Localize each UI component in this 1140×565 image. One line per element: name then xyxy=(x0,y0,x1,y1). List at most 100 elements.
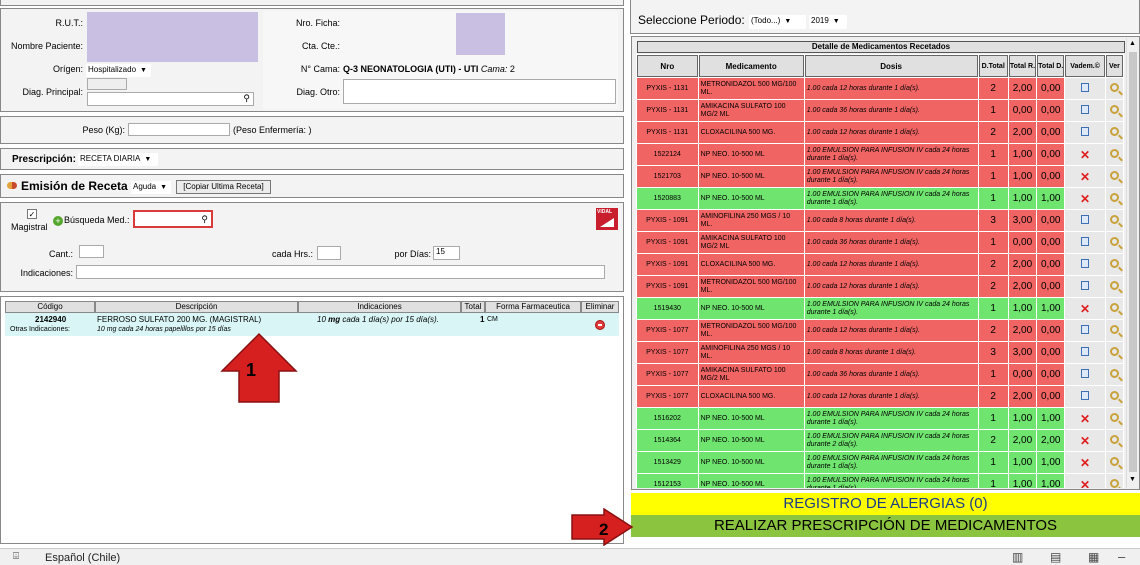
magnifier-icon[interactable] xyxy=(1109,237,1119,246)
magnifier-icon[interactable] xyxy=(1109,171,1119,180)
web-layout-icon[interactable]: ▦ xyxy=(1088,550,1099,564)
emision-panel: Emisión de Receta Aguda ▼ [Copiar Ultima … xyxy=(0,174,624,198)
magnifier-icon[interactable] xyxy=(1109,347,1119,356)
row-vademecum xyxy=(1065,342,1105,363)
scroll-up-arrow[interactable]: ▲ xyxy=(1129,40,1136,47)
scroll-down-arrow[interactable]: ▼ xyxy=(1129,476,1136,483)
row-descripcion: FERROSO SULFATO 200 MG. (MAGISTRAL) xyxy=(97,315,262,324)
vademecum-doc-icon[interactable] xyxy=(1081,215,1090,224)
magnifier-icon[interactable] xyxy=(1109,127,1119,136)
diag-principal-small-input[interactable] xyxy=(87,78,127,90)
magnifier-icon[interactable] xyxy=(1109,105,1119,114)
table-row: 1522124 NP NEO. 10-500 ML 1.00 EMULSION PA… xyxy=(637,144,1123,165)
row-total-d: 0,00 xyxy=(1037,210,1065,231)
emision-tipo-select[interactable]: Aguda ▼ xyxy=(131,181,171,194)
row-ver xyxy=(1105,232,1123,253)
cancel-icon[interactable]: ✕ xyxy=(1080,456,1090,470)
vademecum-doc-icon[interactable] xyxy=(1081,281,1090,290)
proofing-icon[interactable]: ⌹ xyxy=(13,551,19,562)
magnifier-icon[interactable] xyxy=(1109,281,1119,290)
chevron-down-icon: ▼ xyxy=(784,18,792,25)
peso-input[interactable] xyxy=(128,123,230,136)
diag-otro-textarea[interactable] xyxy=(343,79,616,104)
magistral-checkbox[interactable]: ✓ xyxy=(27,209,37,219)
vademecum-doc-icon[interactable] xyxy=(1081,325,1090,334)
magnifier-icon[interactable] xyxy=(1109,83,1119,92)
row-medicamento: NP NEO. 10-500 ML xyxy=(698,166,804,187)
scrollbar[interactable]: ▲ ▼ xyxy=(1126,38,1138,488)
zoom-out-icon[interactable]: – xyxy=(1118,549,1125,564)
vademecum-doc-icon[interactable] xyxy=(1081,391,1090,400)
row-dtotal: 1 xyxy=(978,364,1008,385)
indicaciones-input[interactable] xyxy=(76,265,605,279)
origen-select[interactable]: Hospitalizado ▼ xyxy=(86,64,151,77)
magnifier-icon[interactable] xyxy=(1109,193,1119,202)
row-total-r: 1,00 xyxy=(1008,408,1037,429)
row-nro: 1519430 xyxy=(637,298,698,319)
row-nro: 1522124 xyxy=(637,144,698,165)
magnifier-icon[interactable] xyxy=(1109,435,1119,444)
cancel-icon[interactable]: ✕ xyxy=(1080,170,1090,184)
magnifier-icon[interactable] xyxy=(1109,215,1119,224)
magnifier-icon[interactable] xyxy=(1109,259,1119,268)
vademecum-doc-icon[interactable] xyxy=(1081,347,1090,356)
row-medicamento: NP NEO. 10-500 ML xyxy=(698,408,804,429)
prescripcion-select-value: RECETA DIARIA xyxy=(80,154,141,163)
row-total-d: 0,00 xyxy=(1037,364,1065,385)
row-ver xyxy=(1105,474,1123,488)
prescripcion-button[interactable]: REALIZAR PRESCRIPCIÓN DE MEDICAMENTOS xyxy=(631,515,1140,537)
row-nro: 1521703 xyxy=(637,166,698,187)
magnifier-icon[interactable] xyxy=(1109,325,1119,334)
row-nro: PYXIS - 1131 xyxy=(637,100,698,121)
vademecum-doc-icon[interactable] xyxy=(1081,83,1090,92)
table-row: PYXIS - 1091 AMINOFILINA 250 MGS / 10 ML.… xyxy=(637,210,1123,231)
read-mode-icon[interactable]: ▥ xyxy=(1012,550,1023,564)
search-icon[interactable]: ⚲ xyxy=(201,214,208,225)
cancel-icon[interactable]: ✕ xyxy=(1080,148,1090,162)
vademecum-doc-icon[interactable] xyxy=(1081,259,1090,268)
cancel-icon[interactable]: ✕ xyxy=(1080,434,1090,448)
magnifier-icon[interactable] xyxy=(1109,479,1119,488)
delete-icon[interactable] xyxy=(595,320,605,330)
copy-last-recipe-button[interactable]: [Copiar Ultima Receta] xyxy=(176,180,271,194)
magnifier-icon[interactable] xyxy=(1109,149,1119,158)
cant-input[interactable] xyxy=(79,245,104,258)
busqueda-input[interactable]: ⚲ xyxy=(133,210,213,228)
periodo-select[interactable]: (Todo...) ▼ xyxy=(749,15,806,29)
row-ver xyxy=(1105,210,1123,231)
cancel-icon[interactable]: ✕ xyxy=(1080,302,1090,316)
vademecum-doc-icon[interactable] xyxy=(1081,237,1090,246)
row-total-r: 0,00 xyxy=(1008,100,1037,121)
alergias-button[interactable]: REGISTRO DE ALERGIAS (0) xyxy=(631,493,1140,515)
row-vademecum xyxy=(1065,210,1105,231)
vademecum-doc-icon[interactable] xyxy=(1081,369,1090,378)
row-dosis: 1.00 EMULSION PARA INFUSION IV cada 24 h… xyxy=(804,452,978,473)
year-select[interactable]: 2019 ▼ xyxy=(809,15,847,29)
print-layout-icon[interactable]: ▤ xyxy=(1050,550,1061,564)
vademecum-doc-icon[interactable] xyxy=(1081,105,1090,114)
row-dosis: 1.00 cada 8 horas durante 1 día(s). xyxy=(804,210,978,231)
magnifier-icon[interactable] xyxy=(1109,369,1119,378)
language-label[interactable]: Español (Chile) xyxy=(45,552,120,564)
cancel-icon[interactable]: ✕ xyxy=(1080,192,1090,206)
vademecum-doc-icon[interactable] xyxy=(1081,127,1090,136)
row-vademecum: ✕ xyxy=(1065,188,1105,209)
diag-principal-input[interactable]: ⚲ xyxy=(87,92,254,106)
cancel-icon[interactable]: ✕ xyxy=(1080,412,1090,426)
magnifier-icon[interactable] xyxy=(1109,457,1119,466)
table-row: PYXIS - 1131 CLOXACILINA 500 MG. 1.00 cada… xyxy=(637,122,1123,143)
cancel-icon[interactable]: ✕ xyxy=(1080,478,1090,489)
magnifier-icon[interactable] xyxy=(1109,303,1119,312)
search-icon[interactable]: ⚲ xyxy=(243,93,250,104)
magnifier-icon[interactable] xyxy=(1109,391,1119,400)
magnifier-icon[interactable] xyxy=(1109,413,1119,422)
prescripcion-select[interactable]: RECETA DIARIA ▼ xyxy=(78,153,158,166)
row-total-d: 1,00 xyxy=(1037,452,1065,473)
row-dosis: 1.00 cada 12 horas durante 1 día(s). xyxy=(804,122,978,143)
ind-rest: cada 1 día(s) por 15 día(s). xyxy=(342,315,439,324)
cada-input[interactable] xyxy=(317,246,341,260)
row-ver xyxy=(1105,430,1123,451)
por-dias-input[interactable]: 15 xyxy=(433,246,460,260)
row-total-r: 1,00 xyxy=(1008,144,1037,165)
scroll-thumb[interactable] xyxy=(1129,52,1137,472)
